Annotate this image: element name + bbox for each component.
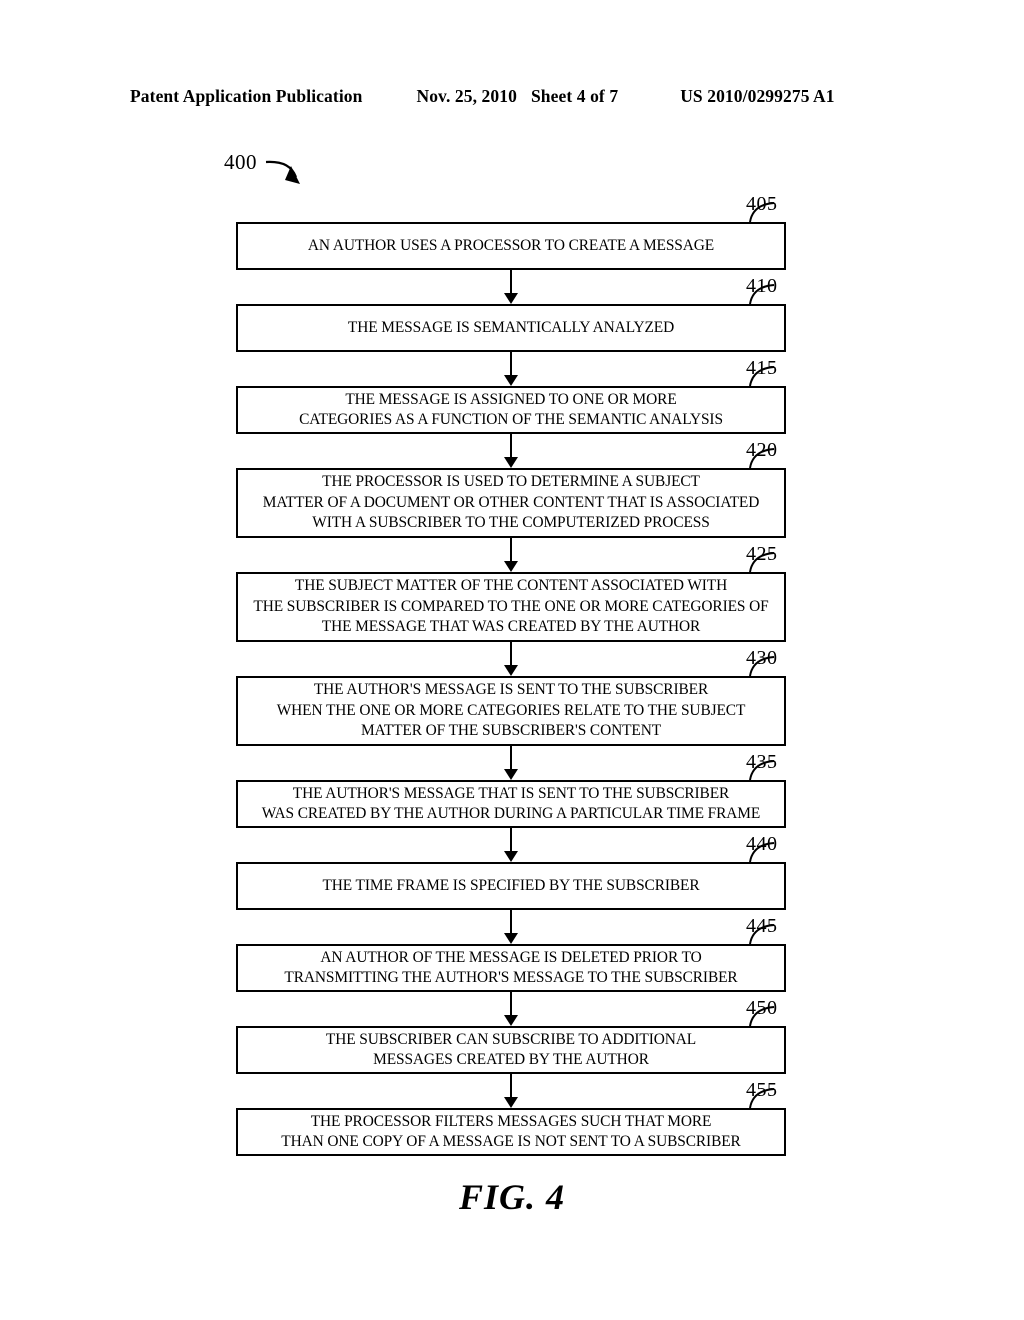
flow-step-ref-425: 425 xyxy=(746,543,778,565)
flow-step-430: THE AUTHOR'S MESSAGE IS SENT TO THE SUBS… xyxy=(236,676,786,746)
flow-step-ref-455: 455 xyxy=(746,1079,778,1101)
flow-step-435-line: THE AUTHOR'S MESSAGE THAT IS SENT TO THE… xyxy=(292,784,730,802)
flow-step-445-line: TRANSMITTING THE AUTHOR'S MESSAGE TO THE… xyxy=(284,969,738,986)
flow-step-ref-430: 430 xyxy=(746,647,778,669)
flow-step-420: THE PROCESSOR IS USED TO DETERMINE A SUB… xyxy=(236,468,786,538)
flow-step-ref-405: 405 xyxy=(746,193,778,215)
flow-step-430-line: WHEN THE ONE OR MORE CATEGORIES RELATE T… xyxy=(276,701,746,719)
flow-step-425-line: THE MESSAGE THAT WAS CREATED BY THE AUTH… xyxy=(321,618,701,636)
flow-step-405: AN AUTHOR USES A PROCESSOR TO CREATE A M… xyxy=(236,222,786,270)
flow-step-450-line: MESSAGES CREATED BY THE AUTHOR xyxy=(373,1051,649,1068)
flow-step-410: THE MESSAGE IS SEMANTICALLY ANALYZED xyxy=(236,304,786,352)
flow-step-415-line: CATEGORIES AS A FUNCTION OF THE SEMANTIC… xyxy=(299,411,723,428)
figure-caption: FIG. 4 xyxy=(458,1177,566,1217)
flow-step-430-line: THE AUTHOR'S MESSAGE IS SENT TO THE SUBS… xyxy=(313,681,709,699)
flow-step-ref-415: 415 xyxy=(746,357,778,379)
flow-step-440-line: THE TIME FRAME IS SPECIFIED BY THE SUBSC… xyxy=(322,876,700,894)
flow-step-ref-435: 435 xyxy=(746,751,778,773)
flow-step-425-line: THE SUBSCRIBER IS COMPARED TO THE ONE OR… xyxy=(253,597,769,615)
flow-step-430-line: MATTER OF THE SUBSCRIBER'S CONTENT xyxy=(360,722,662,740)
flow-step-420-line: MATTER OF A DOCUMENT OR OTHER CONTENT TH… xyxy=(262,493,760,511)
flow-step-450: THE SUBSCRIBER CAN SUBSCRIBE TO ADDITION… xyxy=(236,1026,786,1074)
flow-step-455: THE PROCESSOR FILTERS MESSAGES SUCH THAT… xyxy=(236,1108,786,1156)
flow-step-405-line: AN AUTHOR USES A PROCESSOR TO CREATE A M… xyxy=(307,236,715,254)
flow-step-435: THE AUTHOR'S MESSAGE THAT IS SENT TO THE… xyxy=(236,780,786,828)
flow-step-415: THE MESSAGE IS ASSIGNED TO ONE OR MORE CA… xyxy=(236,386,786,434)
flow-step-455-line: THAN ONE COPY OF A MESSAGE IS NOT SENT T… xyxy=(281,1133,741,1150)
flow-step-ref-445: 445 xyxy=(746,915,778,937)
flow-step-ref-420: 420 xyxy=(746,439,778,461)
flow-step-425-line: THE SUBJECT MATTER OF THE CONTENT ASSOCI… xyxy=(294,577,728,595)
figure-reference-400: 400 xyxy=(224,150,257,174)
flow-step-415-line: THE MESSAGE IS ASSIGNED TO ONE OR MORE xyxy=(345,390,677,408)
flow-step-410-line: THE MESSAGE IS SEMANTICALLY ANALYZED xyxy=(347,318,675,336)
flow-step-435-line: WAS CREATED BY THE AUTHOR DURING A PARTI… xyxy=(261,805,761,822)
flow-step-ref-450: 450 xyxy=(746,997,778,1019)
flow-step-450-line: THE SUBSCRIBER CAN SUBSCRIBE TO ADDITION… xyxy=(325,1030,697,1048)
flow-step-445: AN AUTHOR OF THE MESSAGE IS DELETED PRIO… xyxy=(236,944,786,992)
flowchart-figure: 400 AN AUTHOR USES A PROCESSOR TO CREATE… xyxy=(0,0,1024,1320)
flow-step-455-line: THE PROCESSOR FILTERS MESSAGES SUCH THAT… xyxy=(310,1112,712,1130)
flow-step-ref-440: 440 xyxy=(746,833,778,855)
flow-step-425: THE SUBJECT MATTER OF THE CONTENT ASSOCI… xyxy=(236,572,786,642)
flow-step-445-line: AN AUTHOR OF THE MESSAGE IS DELETED PRIO… xyxy=(320,948,702,966)
flow-step-420-line: WITH A SUBSCRIBER TO THE COMPUTERIZED PR… xyxy=(312,514,710,532)
flow-step-420-line: THE PROCESSOR IS USED TO DETERMINE A SUB… xyxy=(322,473,700,491)
flow-step-ref-410: 410 xyxy=(746,275,778,297)
flow-step-440: THE TIME FRAME IS SPECIFIED BY THE SUBSC… xyxy=(236,862,786,910)
